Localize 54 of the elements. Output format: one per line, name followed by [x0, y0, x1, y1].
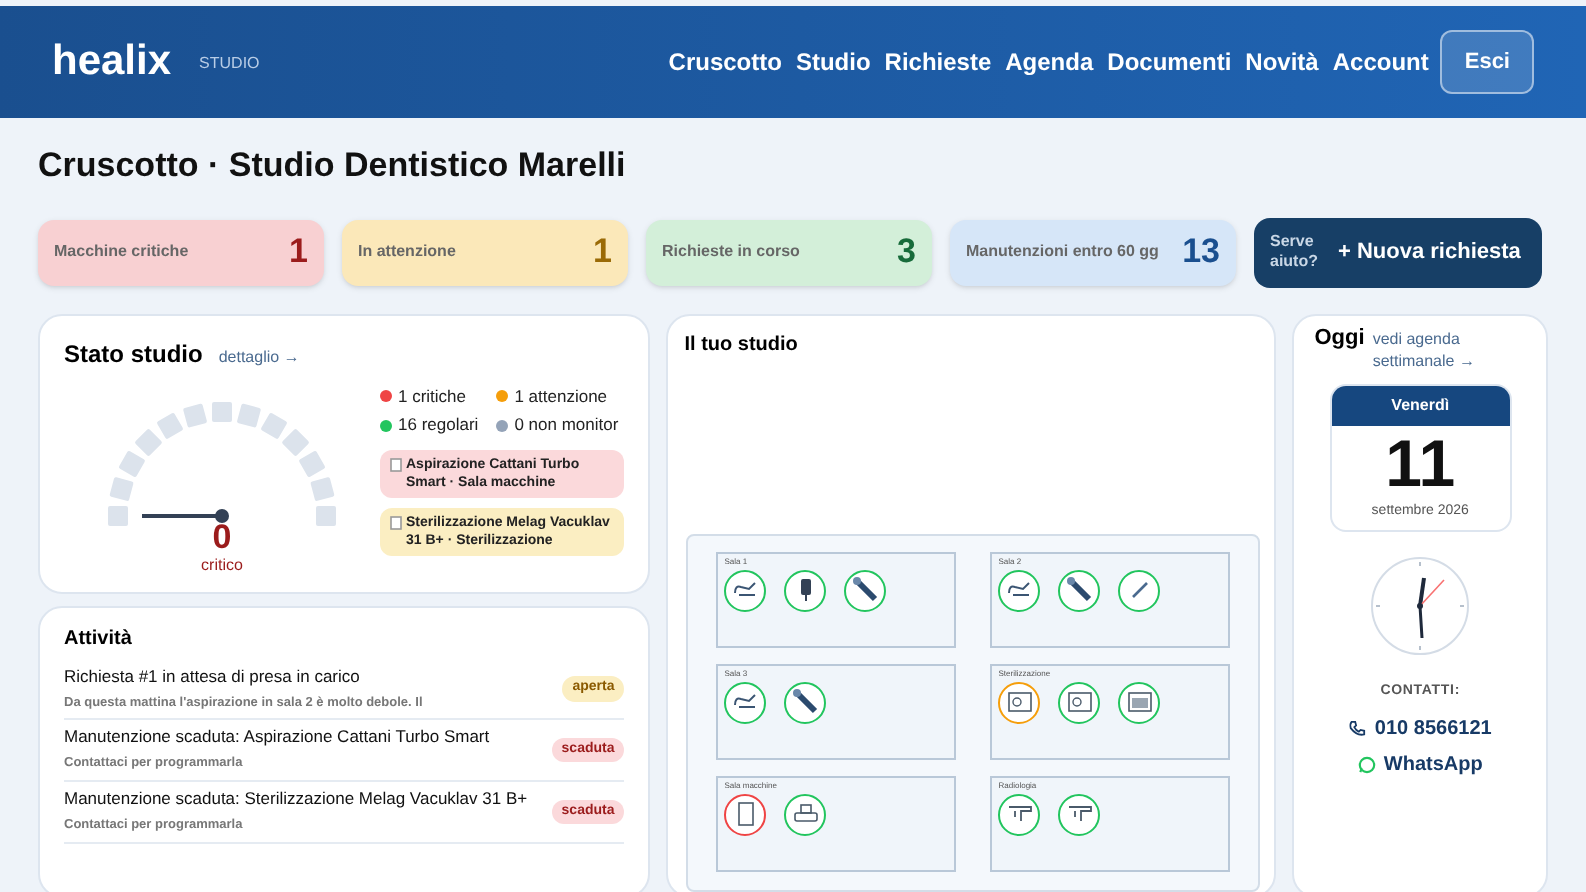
stat-label: In attenzione	[358, 240, 456, 264]
handpiece-icon[interactable]	[784, 681, 827, 723]
detail-link[interactable]: dettaglio →	[218, 345, 300, 369]
calendar-day: 11	[1331, 425, 1510, 501]
nav-link[interactable]: Novità	[1245, 44, 1319, 80]
nav-link[interactable]: Studio	[795, 44, 871, 80]
stat-value: 3	[897, 230, 916, 275]
handpiece-icon[interactable]	[1058, 569, 1101, 611]
logo-subtitle: STUDIO	[199, 52, 260, 76]
help-label: Serve aiuto?	[1270, 232, 1320, 272]
calendar-weekday: Venerdì	[1331, 385, 1510, 425]
legend-label: 1 attenzione	[514, 383, 608, 409]
nav-link[interactable]: Documenti	[1107, 44, 1232, 80]
stat-label: Richieste in corso	[662, 240, 800, 264]
whatsapp-link[interactable]: WhatsApp	[1314, 749, 1526, 779]
autoclave-icon[interactable]	[998, 681, 1041, 723]
gauge-value: 0	[212, 519, 232, 553]
nav-link[interactable]: Cruscotto	[668, 44, 782, 80]
weekly-agenda-link[interactable]: vedi agenda settimanale →	[1372, 327, 1526, 371]
card-title: Stato studio	[64, 337, 203, 371]
logout-button[interactable]: Esci	[1440, 29, 1534, 95]
phone-link[interactable]: 010 8566121	[1314, 713, 1526, 743]
nav-link[interactable]: Account	[1332, 44, 1429, 80]
new-request-button[interactable]: Serve aiuto? + Nuova richiesta	[1254, 217, 1542, 287]
gauge-label: critico	[201, 553, 243, 577]
phone-icon	[1348, 719, 1367, 737]
cabinet-icon[interactable]	[724, 793, 767, 835]
nav-link[interactable]: Richieste	[884, 44, 992, 80]
nav-link[interactable]: Agenda	[1005, 44, 1094, 80]
autoclave-icon[interactable]	[1058, 681, 1101, 723]
page-title: Cruscotto · Studio Dentistico Marelli	[38, 144, 628, 188]
activity-title: Richiesta #1 in attesa di presa in carico	[64, 665, 362, 687]
pen-icon[interactable]	[1118, 569, 1161, 611]
stat-value: 1	[289, 230, 308, 275]
stat-label: Manutenzioni entro 60 gg	[966, 240, 1159, 264]
card-title: Attività	[64, 625, 134, 653]
handpiece-icon[interactable]	[844, 569, 887, 611]
document-icon	[390, 458, 402, 472]
legend-label: 16 regolari	[398, 412, 479, 438]
stat-label: Macchine critiche	[54, 240, 189, 264]
device-icon[interactable]	[784, 569, 827, 611]
legend-label: 0 non monitor	[514, 412, 619, 438]
oven-icon[interactable]	[1118, 681, 1161, 723]
activity-title: Manutenzione scaduta: Sterilizzazione Melag Vacuklav 31 B+	[64, 788, 530, 810]
legend-label: 1 critiche	[398, 383, 467, 409]
logo: healix	[52, 36, 172, 89]
clock-icon	[1368, 554, 1473, 658]
card-title: Oggi	[1314, 325, 1365, 349]
stat-value: 13	[1182, 230, 1220, 275]
activity-title: Manutenzione scaduta: Aspirazione Cattani Turbo Smart	[64, 726, 492, 749]
chat-icon	[1357, 755, 1376, 773]
stat-value: 1	[593, 230, 612, 275]
document-icon	[390, 516, 402, 530]
card-title: Il tuo studio	[684, 331, 800, 359]
